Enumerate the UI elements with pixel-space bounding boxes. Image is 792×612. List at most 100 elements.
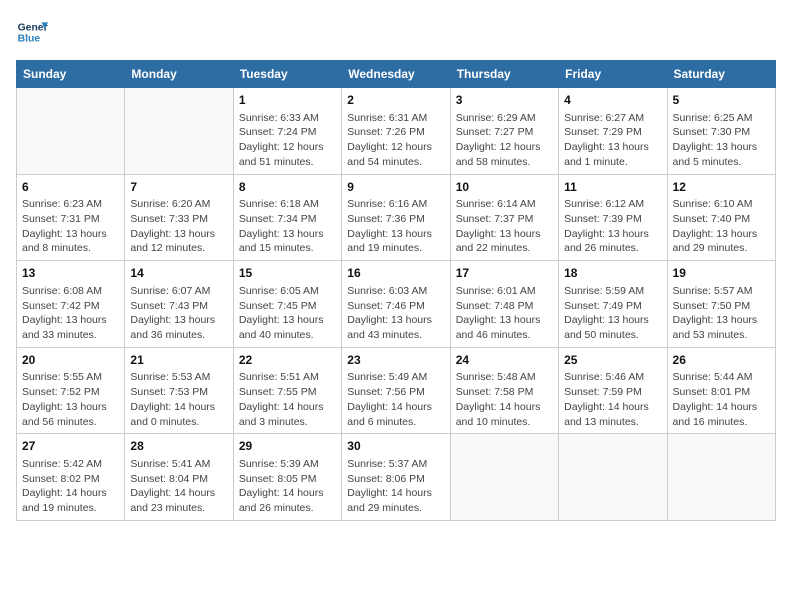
day-number: 13 bbox=[22, 265, 119, 282]
day-info: Sunrise: 5:51 AM Sunset: 7:55 PM Dayligh… bbox=[239, 370, 336, 429]
day-info: Sunrise: 6:27 AM Sunset: 7:29 PM Dayligh… bbox=[564, 111, 661, 170]
day-info: Sunrise: 5:59 AM Sunset: 7:49 PM Dayligh… bbox=[564, 284, 661, 343]
calendar-header-tuesday: Tuesday bbox=[233, 61, 341, 88]
calendar-cell: 1 Sunrise: 6:33 AM Sunset: 7:24 PM Daylig… bbox=[233, 88, 341, 175]
day-number: 16 bbox=[347, 265, 444, 282]
calendar-cell: 10Sunrise: 6:14 AM Sunset: 7:37 PM Dayli… bbox=[450, 174, 558, 261]
calendar-cell: 2Sunrise: 6:31 AM Sunset: 7:26 PM Daylig… bbox=[342, 88, 450, 175]
day-number: 19 bbox=[673, 265, 770, 282]
calendar-week-4: 20Sunrise: 5:55 AM Sunset: 7:52 PM Dayli… bbox=[17, 347, 776, 434]
day-info: Sunrise: 6:10 AM Sunset: 7:40 PM Dayligh… bbox=[673, 197, 770, 256]
calendar-cell: 14 Sunrise: 6:07 AM Sunset: 7:43 PM Dayli… bbox=[125, 261, 233, 348]
day-number: 10 bbox=[456, 179, 553, 196]
day-number: 30 bbox=[347, 438, 444, 455]
day-number: 17 bbox=[456, 265, 553, 282]
calendar-cell: 6Sunrise: 6:23 AM Sunset: 7:31 PM Daylig… bbox=[17, 174, 125, 261]
day-number: 4 bbox=[564, 92, 661, 109]
calendar-cell bbox=[125, 88, 233, 175]
calendar-header-thursday: Thursday bbox=[450, 61, 558, 88]
day-number: 27 bbox=[22, 438, 119, 455]
calendar-cell: 5 Sunrise: 6:25 AM Sunset: 7:30 PM Daylig… bbox=[667, 88, 775, 175]
day-number: 21 bbox=[130, 352, 227, 369]
calendar-week-5: 27 Sunrise: 5:42 AM Sunset: 8:02 PM Dayli… bbox=[17, 434, 776, 521]
day-number: 8 bbox=[239, 179, 336, 196]
calendar-cell: 18Sunrise: 5:59 AM Sunset: 7:49 PM Dayli… bbox=[559, 261, 667, 348]
day-info: Sunrise: 5:39 AM Sunset: 8:05 PM Dayligh… bbox=[239, 457, 336, 516]
day-info: Sunrise: 6:05 AM Sunset: 7:45 PM Dayligh… bbox=[239, 284, 336, 343]
calendar-cell: 11Sunrise: 6:12 AM Sunset: 7:39 PM Dayli… bbox=[559, 174, 667, 261]
day-info: Sunrise: 5:37 AM Sunset: 8:06 PM Dayligh… bbox=[347, 457, 444, 516]
calendar-cell: 8Sunrise: 6:18 AM Sunset: 7:34 PM Daylig… bbox=[233, 174, 341, 261]
calendar-cell: 15 Sunrise: 6:05 AM Sunset: 7:45 PM Dayli… bbox=[233, 261, 341, 348]
day-info: Sunrise: 6:25 AM Sunset: 7:30 PM Dayligh… bbox=[673, 111, 770, 170]
day-info: Sunrise: 6:12 AM Sunset: 7:39 PM Dayligh… bbox=[564, 197, 661, 256]
day-number: 11 bbox=[564, 179, 661, 196]
day-number: 25 bbox=[564, 352, 661, 369]
day-info: Sunrise: 5:48 AM Sunset: 7:58 PM Dayligh… bbox=[456, 370, 553, 429]
calendar-week-3: 13 Sunrise: 6:08 AM Sunset: 7:42 PM Dayli… bbox=[17, 261, 776, 348]
day-info: Sunrise: 6:18 AM Sunset: 7:34 PM Dayligh… bbox=[239, 197, 336, 256]
day-info: Sunrise: 6:14 AM Sunset: 7:37 PM Dayligh… bbox=[456, 197, 553, 256]
calendar-cell: 24Sunrise: 5:48 AM Sunset: 7:58 PM Dayli… bbox=[450, 347, 558, 434]
logo-icon: General Blue bbox=[16, 16, 48, 48]
calendar-cell: 30 Sunrise: 5:37 AM Sunset: 8:06 PM Dayli… bbox=[342, 434, 450, 521]
calendar-cell: 20Sunrise: 5:55 AM Sunset: 7:52 PM Dayli… bbox=[17, 347, 125, 434]
day-number: 7 bbox=[130, 179, 227, 196]
day-info: Sunrise: 5:41 AM Sunset: 8:04 PM Dayligh… bbox=[130, 457, 227, 516]
day-number: 22 bbox=[239, 352, 336, 369]
day-info: Sunrise: 6:23 AM Sunset: 7:31 PM Dayligh… bbox=[22, 197, 119, 256]
calendar-cell: 7Sunrise: 6:20 AM Sunset: 7:33 PM Daylig… bbox=[125, 174, 233, 261]
page-header: General Blue bbox=[16, 16, 776, 48]
day-info: Sunrise: 6:29 AM Sunset: 7:27 PM Dayligh… bbox=[456, 111, 553, 170]
calendar-cell: 13 Sunrise: 6:08 AM Sunset: 7:42 PM Dayli… bbox=[17, 261, 125, 348]
day-info: Sunrise: 5:46 AM Sunset: 7:59 PM Dayligh… bbox=[564, 370, 661, 429]
day-info: Sunrise: 6:16 AM Sunset: 7:36 PM Dayligh… bbox=[347, 197, 444, 256]
calendar-week-2: 6Sunrise: 6:23 AM Sunset: 7:31 PM Daylig… bbox=[17, 174, 776, 261]
day-number: 20 bbox=[22, 352, 119, 369]
day-number: 15 bbox=[239, 265, 336, 282]
day-number: 9 bbox=[347, 179, 444, 196]
calendar-cell: 28 Sunrise: 5:41 AM Sunset: 8:04 PM Dayli… bbox=[125, 434, 233, 521]
calendar-cell: 22Sunrise: 5:51 AM Sunset: 7:55 PM Dayli… bbox=[233, 347, 341, 434]
calendar-cell: 25Sunrise: 5:46 AM Sunset: 7:59 PM Dayli… bbox=[559, 347, 667, 434]
calendar-header-wednesday: Wednesday bbox=[342, 61, 450, 88]
logo: General Blue bbox=[16, 16, 48, 48]
calendar-cell bbox=[559, 434, 667, 521]
day-number: 5 bbox=[673, 92, 770, 109]
calendar-cell bbox=[667, 434, 775, 521]
calendar-cell: 12Sunrise: 6:10 AM Sunset: 7:40 PM Dayli… bbox=[667, 174, 775, 261]
calendar-header-saturday: Saturday bbox=[667, 61, 775, 88]
calendar-header-monday: Monday bbox=[125, 61, 233, 88]
calendar-cell: 9Sunrise: 6:16 AM Sunset: 7:36 PM Daylig… bbox=[342, 174, 450, 261]
day-number: 12 bbox=[673, 179, 770, 196]
day-number: 3 bbox=[456, 92, 553, 109]
day-number: 6 bbox=[22, 179, 119, 196]
calendar-cell: 26Sunrise: 5:44 AM Sunset: 8:01 PM Dayli… bbox=[667, 347, 775, 434]
day-number: 2 bbox=[347, 92, 444, 109]
day-number: 14 bbox=[130, 265, 227, 282]
day-number: 23 bbox=[347, 352, 444, 369]
calendar-cell: 3 Sunrise: 6:29 AM Sunset: 7:27 PM Daylig… bbox=[450, 88, 558, 175]
day-info: Sunrise: 5:49 AM Sunset: 7:56 PM Dayligh… bbox=[347, 370, 444, 429]
day-info: Sunrise: 6:08 AM Sunset: 7:42 PM Dayligh… bbox=[22, 284, 119, 343]
calendar-cell: 16 Sunrise: 6:03 AM Sunset: 7:46 PM Dayli… bbox=[342, 261, 450, 348]
calendar-header-friday: Friday bbox=[559, 61, 667, 88]
day-info: Sunrise: 6:01 AM Sunset: 7:48 PM Dayligh… bbox=[456, 284, 553, 343]
day-info: Sunrise: 5:55 AM Sunset: 7:52 PM Dayligh… bbox=[22, 370, 119, 429]
calendar-header-sunday: Sunday bbox=[17, 61, 125, 88]
calendar-cell: 17 Sunrise: 6:01 AM Sunset: 7:48 PM Dayli… bbox=[450, 261, 558, 348]
calendar-cell: 27 Sunrise: 5:42 AM Sunset: 8:02 PM Dayli… bbox=[17, 434, 125, 521]
day-number: 28 bbox=[130, 438, 227, 455]
day-number: 1 bbox=[239, 92, 336, 109]
calendar-header-row: SundayMondayTuesdayWednesdayThursdayFrid… bbox=[17, 61, 776, 88]
svg-text:Blue: Blue bbox=[18, 34, 41, 45]
calendar-cell: 23Sunrise: 5:49 AM Sunset: 7:56 PM Dayli… bbox=[342, 347, 450, 434]
day-info: Sunrise: 5:44 AM Sunset: 8:01 PM Dayligh… bbox=[673, 370, 770, 429]
day-number: 26 bbox=[673, 352, 770, 369]
calendar-cell: 21Sunrise: 5:53 AM Sunset: 7:53 PM Dayli… bbox=[125, 347, 233, 434]
day-info: Sunrise: 6:07 AM Sunset: 7:43 PM Dayligh… bbox=[130, 284, 227, 343]
calendar-cell: 19Sunrise: 5:57 AM Sunset: 7:50 PM Dayli… bbox=[667, 261, 775, 348]
day-info: Sunrise: 5:42 AM Sunset: 8:02 PM Dayligh… bbox=[22, 457, 119, 516]
day-info: Sunrise: 6:03 AM Sunset: 7:46 PM Dayligh… bbox=[347, 284, 444, 343]
day-info: Sunrise: 6:33 AM Sunset: 7:24 PM Dayligh… bbox=[239, 111, 336, 170]
